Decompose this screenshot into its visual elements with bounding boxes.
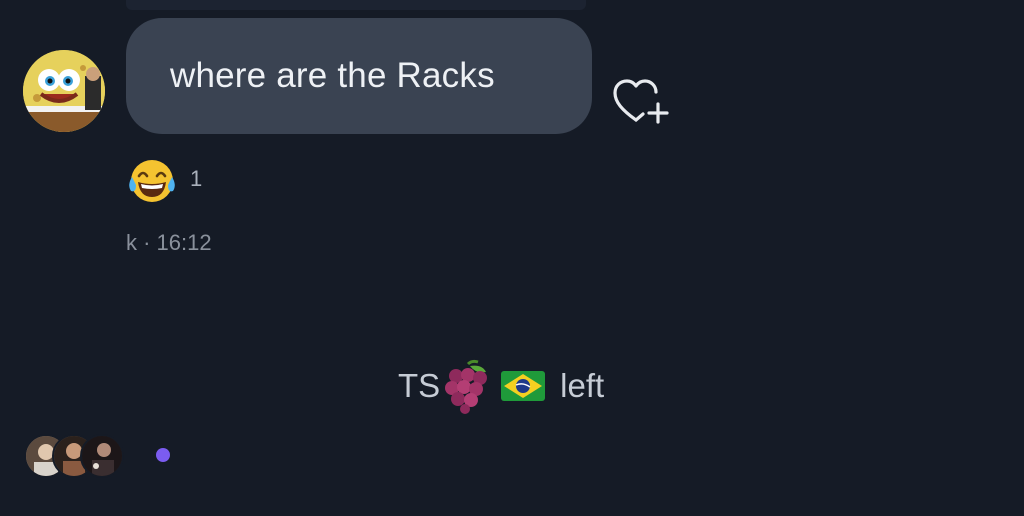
participant-avatar [80,434,124,478]
typing-indicator-dot [156,448,170,462]
tears-of-joy-emoji-icon [129,160,175,202]
sponge-cartoon-icon [23,50,105,132]
sender-avatar[interactable] [23,50,105,132]
reaction-chip[interactable]: 1 [126,155,202,207]
message-bubble[interactable]: where are the Racks [126,18,592,134]
message-text: where are the Racks [170,56,495,95]
previous-message-edge [126,0,586,10]
grapes-emoji-icon [445,359,488,414]
seen-by-avatars[interactable] [24,434,144,478]
reaction-count: 1 [190,166,203,191]
system-message-action: left [560,367,605,404]
system-message: TS left [398,358,604,414]
heart-plus-icon[interactable] [612,76,674,128]
brazil-flag-emoji-icon [501,371,546,401]
system-message-name: TS [398,367,441,404]
message-meta: k · 16:12 [126,230,212,255]
chat-screen: where are the Racks 1 k · 16:12 TS left [0,0,1024,516]
